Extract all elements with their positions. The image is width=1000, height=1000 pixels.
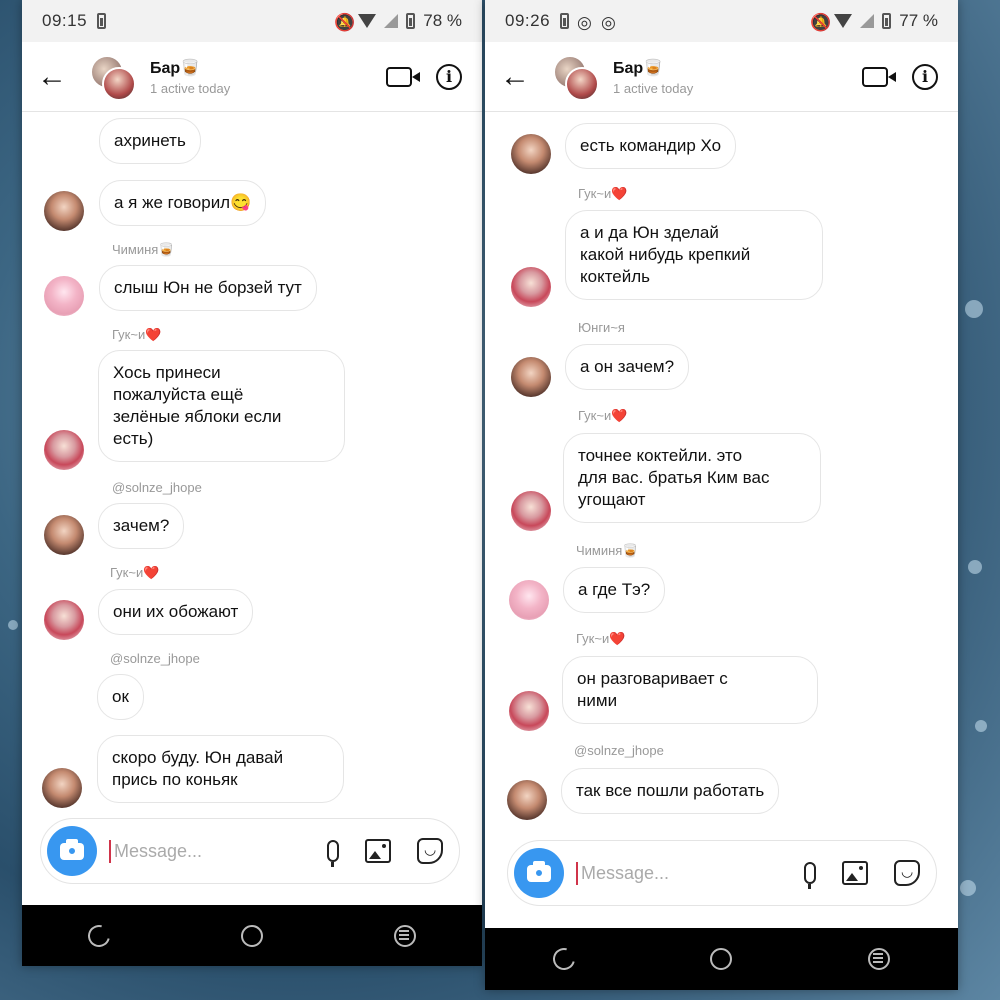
sender-name: Гук~и❤️ (576, 631, 626, 646)
avatar[interactable] (44, 276, 84, 316)
water-drop (975, 720, 987, 732)
avatar[interactable] (511, 267, 551, 307)
nav-home-icon[interactable] (240, 924, 263, 947)
sender-name: Чиминя🥃 (576, 543, 639, 558)
signal-icon (860, 14, 875, 28)
status-time: 09:26 (505, 11, 551, 30)
avatar[interactable] (507, 780, 547, 820)
sender-name: Гук~и❤️ (578, 408, 628, 423)
phone-screenshot-left: 09:15 🔕 78 % ← Бар🥃 1 active today i ахр… (22, 0, 482, 966)
status-bar: 09:26 ◎ ◎ 🔕 77 % (485, 0, 958, 42)
chat-title[interactable]: Бар🥃 (613, 58, 693, 78)
avatar[interactable] (509, 580, 549, 620)
mute-icon: 🔕 (334, 13, 356, 32)
water-drop (965, 300, 983, 318)
message-bubble[interactable]: ок (97, 674, 144, 720)
mute-icon: 🔕 (810, 13, 832, 32)
instagram-icon: ◎ (577, 13, 592, 32)
battery-icon (882, 13, 892, 29)
chat-title[interactable]: Бар🥃 (150, 58, 230, 78)
message-composer (40, 818, 460, 884)
android-nav-bar (485, 928, 958, 990)
water-drop (968, 560, 982, 574)
message-bubble[interactable]: он разговаривает с ними (562, 656, 818, 724)
status-time: 09:15 (42, 11, 88, 30)
sender-name: Гук~и❤️ (578, 186, 628, 201)
instagram-icon: ◎ (601, 13, 616, 32)
gallery-icon[interactable] (365, 839, 391, 863)
sticker-icon[interactable] (417, 838, 443, 864)
avatar[interactable] (511, 491, 551, 531)
chat-subtitle: 1 active today (613, 80, 694, 96)
avatar[interactable] (44, 191, 84, 231)
message-bubble[interactable]: а и да Юн зделай какой нибудь крепкий ко… (565, 210, 823, 300)
avatar[interactable] (511, 357, 551, 397)
group-avatar[interactable] (553, 54, 599, 101)
message-bubble[interactable]: точнее коктейли. это для вас. братья Ким… (563, 433, 821, 523)
message-bubble[interactable]: а он зачем? (565, 344, 690, 390)
chat-header: ← Бар🥃 1 active today i (485, 42, 958, 112)
info-icon[interactable]: i (436, 63, 462, 90)
group-avatar[interactable] (90, 54, 136, 101)
avatar[interactable] (42, 768, 82, 808)
phone-screenshot-right: 09:26 ◎ ◎ 🔕 77 % ← Бар🥃 1 active today i… (485, 0, 958, 990)
sender-name: @solnze_jhope (110, 651, 200, 666)
chat-subtitle: 1 active today (150, 80, 231, 96)
sender-name: @solnze_jhope (112, 480, 202, 495)
avatar[interactable] (44, 430, 84, 470)
back-arrow-icon[interactable]: ← (22, 60, 82, 94)
status-bar: 09:15 🔕 78 % (22, 0, 482, 42)
sender-name: Гук~и❤️ (112, 327, 162, 342)
microphone-icon[interactable] (804, 862, 816, 889)
message-input[interactable] (576, 861, 733, 885)
sd-card-icon (97, 13, 107, 29)
sender-name: @solnze_jhope (574, 743, 664, 758)
message-bubble[interactable]: скоро буду. Юн давай прись по коньяк (97, 735, 344, 803)
water-drop (8, 620, 18, 630)
chat-header: ← Бар🥃 1 active today i (22, 42, 482, 112)
signal-icon (384, 14, 399, 28)
gallery-icon[interactable] (842, 861, 868, 885)
avatar[interactable] (509, 691, 549, 731)
message-bubble[interactable]: Хось принеси пожалуйста ещё зелёные ябло… (98, 350, 345, 462)
camera-icon[interactable] (47, 826, 97, 876)
nav-home-icon[interactable] (710, 948, 733, 970)
message-input[interactable] (109, 839, 266, 863)
message-composer (507, 840, 937, 906)
message-bubble[interactable]: а где Тэ? (563, 567, 666, 613)
nav-recent-icon[interactable] (868, 948, 891, 970)
microphone-icon[interactable] (327, 840, 339, 867)
sticker-icon[interactable] (894, 860, 920, 886)
avatar[interactable] (44, 515, 84, 555)
message-bubble[interactable]: зачем? (98, 503, 185, 549)
wifi-icon (834, 14, 853, 28)
message-bubble[interactable]: а я же говорил😋 (99, 180, 267, 226)
nav-recent-icon[interactable] (394, 924, 417, 947)
message-bubble[interactable]: есть командир Хо (565, 123, 737, 169)
sender-name: Чиминя🥃 (112, 242, 175, 257)
sender-name: Юнги~я (578, 320, 625, 335)
sd-card-icon (560, 13, 570, 29)
avatar[interactable] (44, 600, 84, 640)
message-bubble[interactable]: ахринеть (99, 118, 201, 164)
nav-back-icon[interactable] (548, 943, 579, 975)
info-icon[interactable]: i (912, 63, 938, 90)
sender-name: Гук~и❤️ (110, 565, 160, 580)
battery-icon (406, 13, 416, 29)
camera-icon[interactable] (514, 848, 564, 898)
back-arrow-icon[interactable]: ← (485, 60, 545, 94)
avatar[interactable] (511, 134, 551, 174)
message-bubble[interactable]: слыш Юн не борзей тут (99, 265, 317, 311)
message-bubble[interactable]: так все пошли работать (561, 768, 780, 814)
battery-level: 78 % (423, 11, 462, 30)
water-drop (960, 880, 976, 896)
battery-level: 77 % (899, 11, 938, 30)
wifi-icon (358, 14, 377, 28)
nav-back-icon[interactable] (83, 920, 114, 951)
video-call-icon[interactable] (862, 66, 896, 87)
video-call-icon[interactable] (386, 66, 420, 87)
message-bubble[interactable]: они их обожают (98, 589, 254, 635)
android-nav-bar (22, 905, 482, 966)
